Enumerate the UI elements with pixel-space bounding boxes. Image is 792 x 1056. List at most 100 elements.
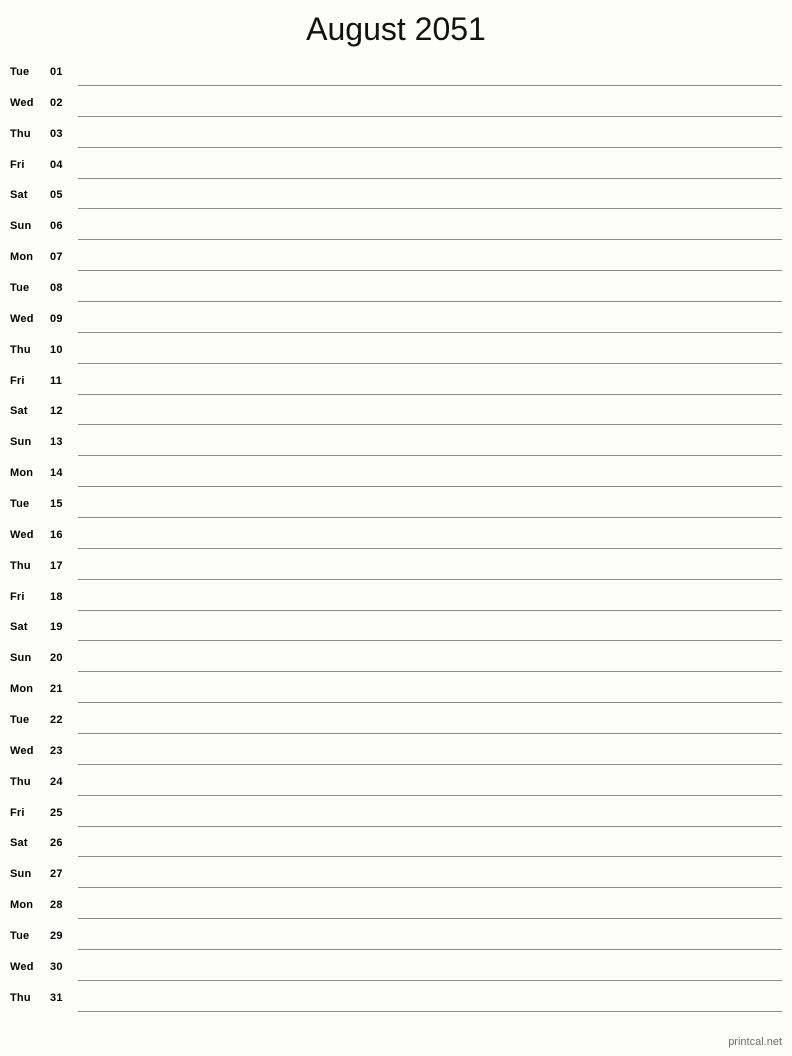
day-number-label: 27 (50, 868, 63, 881)
day-writing-line[interactable] (78, 949, 782, 951)
day-writing-line[interactable] (78, 856, 782, 858)
day-row[interactable]: Mon 14 (0, 463, 792, 494)
day-row[interactable]: Mon 07 (0, 247, 792, 278)
day-writing-line[interactable] (78, 239, 782, 241)
day-number-label: 24 (50, 775, 63, 788)
day-writing-line[interactable] (78, 578, 782, 580)
day-number-label: 08 (50, 282, 63, 295)
day-row[interactable]: Thu 10 (0, 340, 792, 371)
day-row[interactable]: Wed 30 (0, 957, 792, 988)
day-row[interactable]: Thu 31 (0, 988, 792, 1019)
day-number-label: 10 (50, 343, 63, 356)
day-writing-line[interactable] (78, 979, 782, 981)
day-writing-line[interactable] (78, 208, 782, 210)
day-row[interactable]: Tue 15 (0, 494, 792, 525)
day-weekday-label: Tue (10, 66, 30, 78)
day-number-label: 26 (50, 837, 63, 850)
day-row[interactable]: Fri 18 (0, 587, 792, 618)
day-row[interactable]: Sun 20 (0, 648, 792, 679)
day-row[interactable]: Wed 02 (0, 93, 792, 124)
day-row[interactable]: Sat 12 (0, 401, 792, 432)
day-row[interactable]: Sat 26 (0, 833, 792, 864)
day-writing-line[interactable] (78, 702, 782, 704)
day-writing-line[interactable] (78, 455, 782, 457)
day-weekday-label: Mon (10, 251, 34, 264)
day-row[interactable]: Fri 11 (0, 371, 792, 402)
day-number-label: 03 (50, 127, 63, 140)
day-weekday-label: Wed (10, 96, 34, 109)
day-weekday-label: Sat (10, 405, 28, 418)
day-writing-line[interactable] (78, 918, 782, 920)
day-row[interactable]: Sat 19 (0, 617, 792, 648)
day-writing-line[interactable] (78, 671, 782, 673)
day-weekday-label: Mon (10, 683, 34, 696)
page-title: August 2051 (306, 11, 486, 47)
day-number-label: 29 (50, 930, 63, 943)
calendar-page: August 2051 Tue 01 Wed 02 Thu 03 Fri 04 Sat 05 Sun… (0, 0, 792, 1056)
day-weekday-label: Tue (10, 498, 30, 511)
day-writing-line[interactable] (78, 547, 782, 549)
day-weekday-label: Mon (10, 899, 34, 912)
day-row[interactable]: Tue 08 (0, 278, 792, 309)
day-row[interactable]: Sun 27 (0, 864, 792, 895)
footer-credit: printcal.net (728, 1036, 782, 1048)
day-writing-line[interactable] (78, 115, 782, 117)
day-row[interactable]: Mon 28 (0, 895, 792, 926)
day-writing-line[interactable] (78, 301, 782, 303)
day-weekday-label: Wed (10, 744, 34, 757)
day-writing-line[interactable] (78, 424, 782, 426)
day-writing-line[interactable] (78, 362, 782, 364)
day-number-label: 04 (50, 158, 63, 171)
day-row[interactable]: Fri 25 (0, 803, 792, 834)
day-weekday-label: Thu (10, 991, 31, 1004)
day-writing-line[interactable] (78, 887, 782, 889)
day-weekday-label: Sat (10, 837, 28, 850)
day-row[interactable]: Tue 29 (0, 926, 792, 957)
day-writing-line[interactable] (78, 517, 782, 519)
day-number-label: 14 (50, 467, 63, 480)
day-row[interactable]: Thu 24 (0, 772, 792, 803)
day-number-label: 15 (50, 498, 63, 511)
day-row[interactable]: Thu 17 (0, 556, 792, 587)
day-writing-line[interactable] (78, 393, 782, 395)
day-writing-line[interactable] (78, 270, 782, 272)
day-row[interactable]: Thu 03 (0, 124, 792, 155)
day-row[interactable]: Tue 22 (0, 710, 792, 741)
day-row[interactable]: Fri 04 (0, 155, 792, 186)
day-number-label: 22 (50, 714, 63, 727)
day-writing-line[interactable] (78, 794, 782, 796)
day-weekday-label: Tue (10, 282, 30, 295)
day-weekday-label: Wed (10, 960, 34, 973)
day-row[interactable]: Wed 16 (0, 525, 792, 556)
day-weekday-label: Thu (10, 343, 31, 356)
day-writing-line[interactable] (78, 85, 782, 86)
day-row[interactable]: Sat 05 (0, 185, 792, 216)
day-writing-line[interactable] (78, 733, 782, 735)
day-weekday-label: Sun (10, 436, 32, 449)
day-writing-line[interactable] (78, 763, 782, 765)
day-weekday-label: Sun (10, 652, 32, 665)
day-writing-line[interactable] (78, 640, 782, 642)
day-row[interactable]: Wed 09 (0, 309, 792, 340)
day-number-label: 18 (50, 590, 63, 603)
day-weekday-label: Fri (10, 590, 25, 603)
day-row[interactable]: Sun 13 (0, 432, 792, 463)
day-writing-line[interactable] (78, 331, 782, 333)
day-row[interactable]: Mon 21 (0, 679, 792, 710)
day-writing-line[interactable] (78, 177, 782, 179)
day-weekday-label: Fri (10, 806, 25, 819)
day-writing-line[interactable] (78, 1010, 782, 1012)
day-row[interactable]: Wed 23 (0, 741, 792, 772)
day-weekday-label: Thu (10, 127, 31, 140)
day-number-label: 25 (50, 806, 63, 819)
day-row[interactable]: Tue 01 (0, 62, 792, 93)
day-writing-line[interactable] (78, 486, 782, 488)
day-writing-line[interactable] (78, 146, 782, 148)
day-writing-line[interactable] (78, 825, 782, 827)
day-weekday-label: Sun (10, 220, 32, 233)
day-number-label: 11 (50, 374, 63, 387)
day-number-label: 31 (50, 991, 63, 1004)
day-row[interactable]: Sun 06 (0, 216, 792, 247)
day-writing-line[interactable] (78, 609, 782, 611)
day-weekday-label: Sat (10, 189, 28, 202)
